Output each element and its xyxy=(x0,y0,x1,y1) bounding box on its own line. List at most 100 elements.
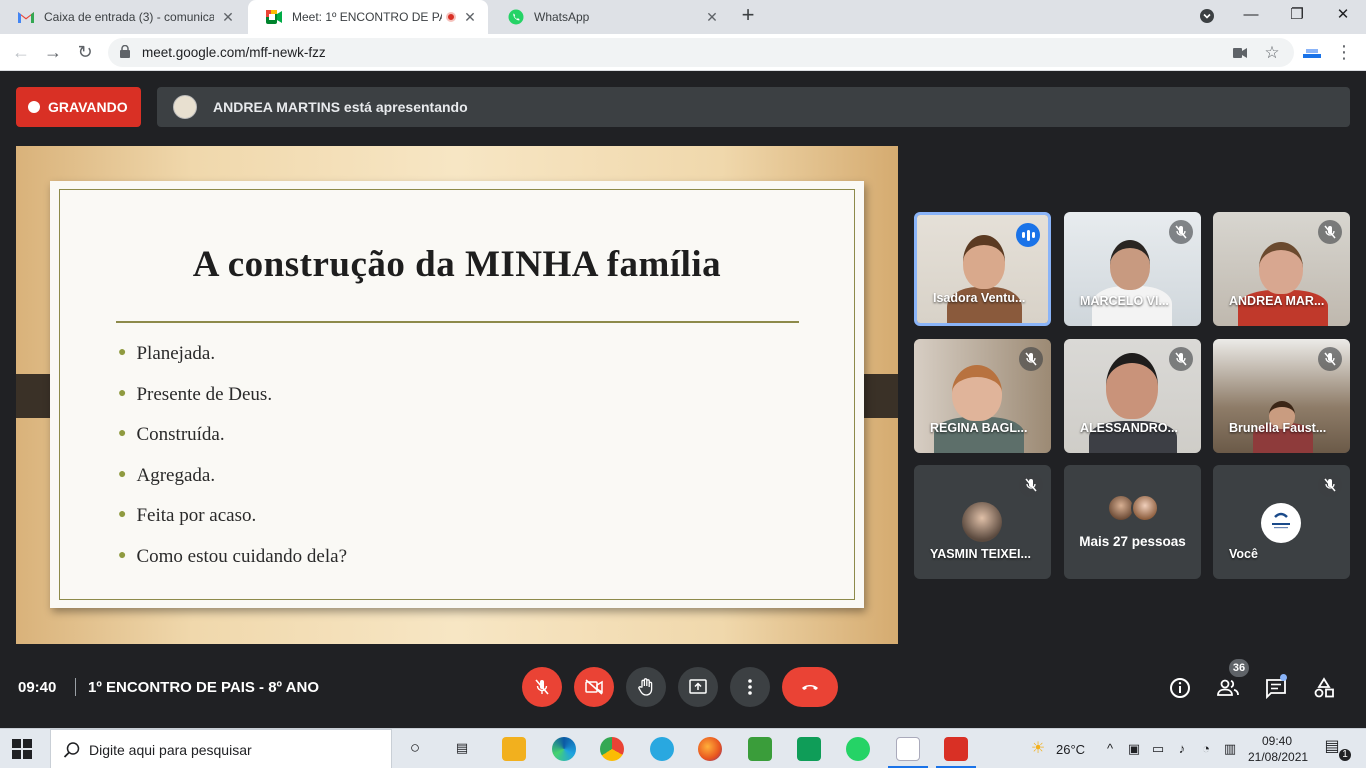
participant-tile[interactable]: MARCELO VI... xyxy=(1064,212,1201,326)
app-icon[interactable] xyxy=(944,737,968,761)
restore-icon[interactable]: ❐ xyxy=(1275,0,1319,32)
camera-toggle-button[interactable] xyxy=(574,667,614,707)
slide-bullet: ● Planejada. xyxy=(118,343,216,364)
participant-name: Brunella Faust... xyxy=(1229,421,1327,435)
reload-icon[interactable]: ↻ xyxy=(74,41,96,63)
clock-time[interactable]: 09:40 xyxy=(1262,734,1292,748)
tab-whatsapp[interactable]: WhatsApp ✕ xyxy=(490,0,730,34)
tab-search-icon[interactable] xyxy=(1185,0,1229,32)
camera-in-use-icon[interactable] xyxy=(1230,43,1250,63)
weather-temperature: 26°C xyxy=(1056,742,1086,757)
tab-title: Caixa de entrada (3) - comunicac xyxy=(44,10,214,24)
meet-area: GRAVANDO ANDREA MARTINS está apresentand… xyxy=(0,71,1366,728)
slide-bullet: ● Construída. xyxy=(118,424,225,445)
address-bar[interactable]: meet.google.com/mff-newk-fzz ☆ xyxy=(108,38,1294,67)
slide-bullet: ● Presente de Deus. xyxy=(118,383,273,405)
more-vert-icon xyxy=(748,679,752,695)
tray-app-icon[interactable]: ▥ xyxy=(1222,741,1238,757)
activities-icon xyxy=(1314,677,1334,698)
participant-video xyxy=(963,235,1005,289)
participant-count-badge: 36 xyxy=(1229,659,1249,677)
slide-bullet: ● Agregada. xyxy=(118,464,216,486)
document-app-icon[interactable] xyxy=(896,737,920,761)
taskbar-search-input[interactable]: Digite aqui para pesquisar xyxy=(50,729,392,768)
camera-off-icon xyxy=(585,679,603,695)
search-icon xyxy=(63,742,80,758)
weather-icon[interactable]: ☀ xyxy=(1030,741,1046,757)
participant-video xyxy=(1110,240,1150,290)
participant-tile[interactable]: YASMIN TEIXEI... xyxy=(914,465,1051,579)
battery-icon[interactable]: ▭ xyxy=(1150,741,1166,757)
recording-indicator-icon xyxy=(446,12,456,22)
lock-icon xyxy=(120,45,130,58)
hang-up-icon xyxy=(802,685,818,690)
wifi-icon[interactable]: ◔ xyxy=(1198,741,1214,757)
volume-icon[interactable]: ♪ xyxy=(1174,741,1190,757)
record-icon xyxy=(28,101,40,113)
cortana-icon[interactable]: ○ xyxy=(407,739,423,756)
app-icon[interactable] xyxy=(748,737,772,761)
chevron-up-icon[interactable]: ^ xyxy=(1102,741,1118,757)
participant-tile[interactable]: Brunella Faust... xyxy=(1213,339,1350,453)
browser-menu-icon[interactable]: ⋮ xyxy=(1334,42,1354,62)
activities-button[interactable] xyxy=(1312,676,1336,700)
mic-off-icon xyxy=(1019,473,1043,497)
back-icon[interactable]: ← xyxy=(10,41,32,63)
task-view-icon[interactable]: ▤ xyxy=(454,740,470,756)
participants-button[interactable] xyxy=(1216,676,1240,700)
raise-hand-button[interactable] xyxy=(626,667,666,707)
more-options-button[interactable] xyxy=(730,667,770,707)
participant-tile-self[interactable]: Você xyxy=(1213,465,1350,579)
tab-title: Meet: 1º ENCONTRO DE PAI xyxy=(292,10,442,24)
mic-off-icon xyxy=(1318,473,1342,497)
meeting-title: 1º ENCONTRO DE PAIS - 8º ANO xyxy=(88,679,319,696)
divider xyxy=(75,678,76,696)
participant-name: YASMIN TEIXEI... xyxy=(930,547,1031,561)
slide-bullet: ● Feita por acaso. xyxy=(118,505,257,526)
mic-off-icon xyxy=(1318,347,1342,371)
tab-meet[interactable]: Meet: 1º ENCONTRO DE PAI ✕ xyxy=(248,0,488,34)
mic-off-icon xyxy=(1019,347,1043,371)
participant-tile-more[interactable]: Mais 27 pessoas xyxy=(1064,465,1201,579)
present-screen-icon xyxy=(689,679,707,694)
mic-toggle-button[interactable] xyxy=(522,667,562,707)
meeting-details-button[interactable] xyxy=(1168,676,1192,700)
new-tab-icon[interactable]: + xyxy=(737,4,759,27)
participant-tile[interactable]: ALESSANDRO... xyxy=(1064,339,1201,453)
app-icon[interactable] xyxy=(650,737,674,761)
extension-icon[interactable] xyxy=(1302,42,1322,62)
browser-toolbar: ← → ↻ meet.google.com/mff-newk-fzz ☆ ⋮ xyxy=(0,34,1366,71)
avatar xyxy=(962,502,1002,542)
clock-date[interactable]: 21/08/2021 xyxy=(1248,750,1308,764)
close-window-icon[interactable]: ✕ xyxy=(1321,0,1365,32)
close-tab-icon[interactable]: ✕ xyxy=(704,9,720,25)
slide-bullet-list: ● Planejada. ● Presente de Deus. ● Construí… xyxy=(118,339,347,582)
chrome-icon[interactable] xyxy=(600,737,624,761)
sheets-icon[interactable] xyxy=(797,737,821,761)
participant-tile[interactable]: ANDREA MAR... xyxy=(1213,212,1350,326)
whatsapp-icon[interactable] xyxy=(846,737,870,761)
bookmark-star-icon[interactable]: ☆ xyxy=(1262,43,1282,63)
search-placeholder: Digite aqui para pesquisar xyxy=(89,742,252,758)
mic-off-icon xyxy=(1318,220,1342,244)
forward-icon[interactable]: → xyxy=(42,41,64,63)
file-explorer-icon[interactable] xyxy=(502,737,526,761)
participant-tile[interactable]: REGINA BAGL... xyxy=(914,339,1051,453)
tab-strip: Caixa de entrada (3) - comunicac ✕ Meet:… xyxy=(0,0,1366,34)
windows-start-icon[interactable] xyxy=(12,739,32,759)
close-tab-icon[interactable]: ✕ xyxy=(462,9,478,25)
present-now-button[interactable] xyxy=(678,667,718,707)
tab-gmail[interactable]: Caixa de entrada (3) - comunicac ✕ xyxy=(0,0,246,34)
minimize-icon[interactable]: — xyxy=(1229,0,1273,32)
tray-app-icon[interactable]: ▣ xyxy=(1126,741,1142,757)
people-icon xyxy=(1217,679,1239,696)
notifications-icon[interactable]: ▤ xyxy=(1324,739,1340,755)
leave-call-button[interactable] xyxy=(782,667,838,707)
presenter-avatar xyxy=(173,95,197,119)
firefox-icon[interactable] xyxy=(698,737,722,761)
participant-tile[interactable]: Isadora Ventu... xyxy=(914,212,1051,326)
edge-icon[interactable] xyxy=(552,737,576,761)
slide-paper: A construção da MINHA família ● Planejada… xyxy=(50,181,864,608)
close-tab-icon[interactable]: ✕ xyxy=(220,9,236,25)
recording-badge[interactable]: GRAVANDO xyxy=(16,87,141,127)
